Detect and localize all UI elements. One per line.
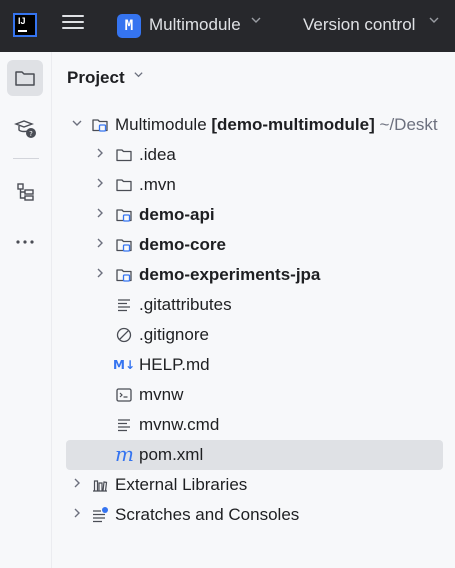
tree-item-label: External Libraries [115,475,248,494]
libraries-icon [93,480,108,492]
tree-item-scratches[interactable]: Scratches and Consoles [66,500,443,530]
main-menu-icon[interactable] [62,15,84,35]
folder-icon [15,71,35,86]
learn-icon: ? [14,120,36,138]
text-file-icon [118,419,130,432]
maven-icon: m [115,442,134,466]
chevron-right-icon[interactable] [70,507,84,521]
chevron-right-icon[interactable] [70,477,84,491]
tree-item-label: mvnw [139,385,184,404]
tree-item-label: Scratches and Consoles [115,505,300,524]
tree-item-pom-xml[interactable]: m pom.xml [66,440,443,470]
root-path: ~/Deskt [379,115,438,134]
chevron-down-icon[interactable] [70,117,84,131]
chevron-right-icon[interactable] [93,177,107,191]
tree-item-gitignore[interactable]: .gitignore [66,320,443,350]
tree-root-label: Multimodule [demo-multimodule] ~/Deskt [115,115,438,135]
title-bar: IJ M Multimodule Version control [0,0,455,52]
project-switcher[interactable]: Multimodule [149,15,241,35]
tree-item-external-libraries[interactable]: External Libraries [66,470,443,500]
logo-text: IJ [18,16,26,26]
panel-title[interactable]: Project [67,68,125,88]
tree-item-label: demo-core [139,235,226,254]
more-tools-button[interactable] [7,224,43,260]
learn-tool-button[interactable]: ? [7,110,43,146]
module-folder-icon [116,269,132,282]
shell-script-icon [116,388,132,402]
tree-item-label: HELP.md [139,355,210,374]
root-name: Multimodule [115,115,207,134]
intellij-logo-icon[interactable]: IJ [13,13,37,37]
module-folder-icon [116,239,132,252]
tree-item-label: demo-api [139,205,215,224]
chevron-down-icon[interactable] [428,14,440,29]
tree-item-label: mvnw.cmd [139,415,220,434]
chevron-right-icon[interactable] [93,207,107,221]
folder-icon [116,149,132,162]
root-module: [demo-multimodule] [211,115,375,134]
tree-item-label: .gitattributes [139,295,232,314]
project-tool-button[interactable] [7,60,43,96]
structure-icon [17,183,34,201]
folder-icon [116,179,132,192]
ignore-file-icon [116,327,132,343]
tree-item-label: .gitignore [139,325,209,344]
markdown-icon: M↓ [113,358,135,372]
text-file-icon [118,299,130,312]
chevron-down-icon[interactable] [133,69,144,83]
chevron-right-icon[interactable] [93,237,107,251]
project-badge[interactable]: M [117,14,141,38]
tree-item-label: .idea [139,145,176,164]
tree-item-mvn[interactable]: .mvn [66,170,443,200]
svg-text:?: ? [29,130,33,138]
tree-item-label: demo-experiments-jpa [139,265,321,284]
chevron-down-icon[interactable] [250,14,262,29]
chevron-right-icon[interactable] [93,267,107,281]
tree-item-mvnw-cmd[interactable]: mvnw.cmd [66,410,443,440]
tree-item-help-md[interactable]: M↓ HELP.md [66,350,443,380]
structure-tool-button[interactable] [7,174,43,210]
project-panel: Project Multimodule [demo-multimodule] ~… [52,52,455,568]
tree-item-mvnw[interactable]: mvnw [66,380,443,410]
tree-item-label: .mvn [139,175,176,194]
tree-item-demo-core[interactable]: demo-core [66,230,443,260]
tree-item-demo-api[interactable]: demo-api [66,200,443,230]
tool-window-strip: ? [0,52,52,568]
module-folder-icon [116,209,132,222]
tree-item-gitattributes[interactable]: .gitattributes [66,290,443,320]
chevron-right-icon[interactable] [93,147,107,161]
module-folder-icon [92,119,108,132]
version-control-menu[interactable]: Version control [303,15,415,35]
tree-item-demo-experiments-jpa[interactable]: demo-experiments-jpa [66,260,443,290]
tree-root-row[interactable]: Multimodule [demo-multimodule] ~/Deskt [66,110,443,140]
tree-item-label: pom.xml [139,445,204,464]
tree-item-idea[interactable]: .idea [66,140,443,170]
scratches-icon [93,507,108,523]
more-icon [16,240,34,244]
